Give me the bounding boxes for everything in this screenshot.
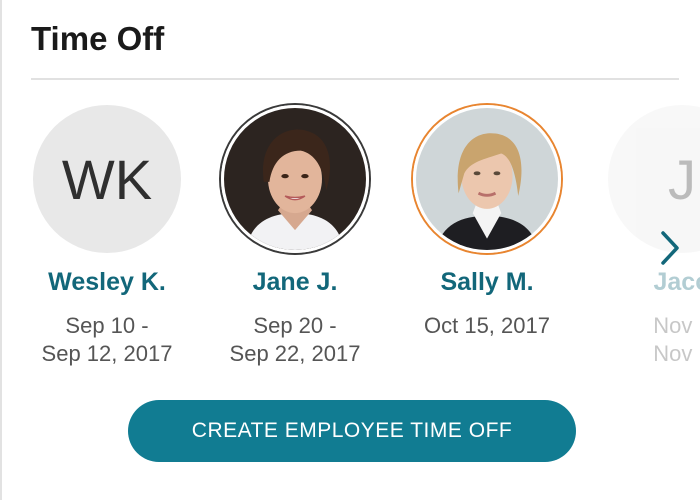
portrait-image — [416, 108, 558, 250]
avatar-jane-photo — [221, 105, 369, 253]
date-line-2: Sep 22, 2017 — [229, 341, 361, 366]
employee-name: Jane J. — [252, 268, 338, 296]
date-line-2: Sep 12, 2017 — [41, 341, 173, 366]
date-line-1: Oct 15, 2017 — [424, 313, 550, 338]
employee-card-jane[interactable]: Jane J. Sep 20 - Sep 22, 2017 — [205, 100, 385, 370]
date-line-2: Nov 1 — [653, 341, 700, 366]
employee-card-wesley[interactable]: WK Wesley K. Sep 10 - Sep 12, 2017 — [17, 100, 197, 370]
date-line-1: Sep 10 - — [65, 313, 149, 338]
avatar-wesley: WK — [33, 105, 181, 253]
time-off-dates: Sep 10 - Sep 12, 2017 — [17, 312, 197, 368]
time-off-dates: Nov 1 Nov 1 — [592, 312, 700, 368]
time-off-dates: Oct 15, 2017 — [397, 312, 577, 340]
avatar-initials: J — [668, 147, 696, 211]
avatar-initials: WK — [61, 147, 153, 211]
widget-title: Time Off — [31, 20, 165, 57]
employee-carousel: WK Wesley K. Sep 10 - Sep 12, 2017 Jane … — [0, 100, 700, 380]
date-line-1: Nov 1 — [653, 313, 700, 338]
time-off-dates: Sep 20 - Sep 22, 2017 — [205, 312, 385, 368]
chevron-right-icon[interactable] — [652, 228, 688, 268]
title-divider — [31, 78, 679, 80]
employee-name: Jaco — [653, 268, 700, 296]
create-time-off-button[interactable]: CREATE EMPLOYEE TIME OFF — [128, 400, 576, 462]
employee-name: Wesley K. — [48, 268, 166, 296]
avatar-sally-photo — [413, 105, 561, 253]
employee-name: Sally M. — [440, 268, 534, 296]
portrait-image — [224, 108, 366, 250]
chevron-right-glyph — [661, 231, 679, 265]
employee-card-sally[interactable]: Sally M. Oct 15, 2017 — [397, 100, 577, 370]
date-line-1: Sep 20 - — [253, 313, 337, 338]
